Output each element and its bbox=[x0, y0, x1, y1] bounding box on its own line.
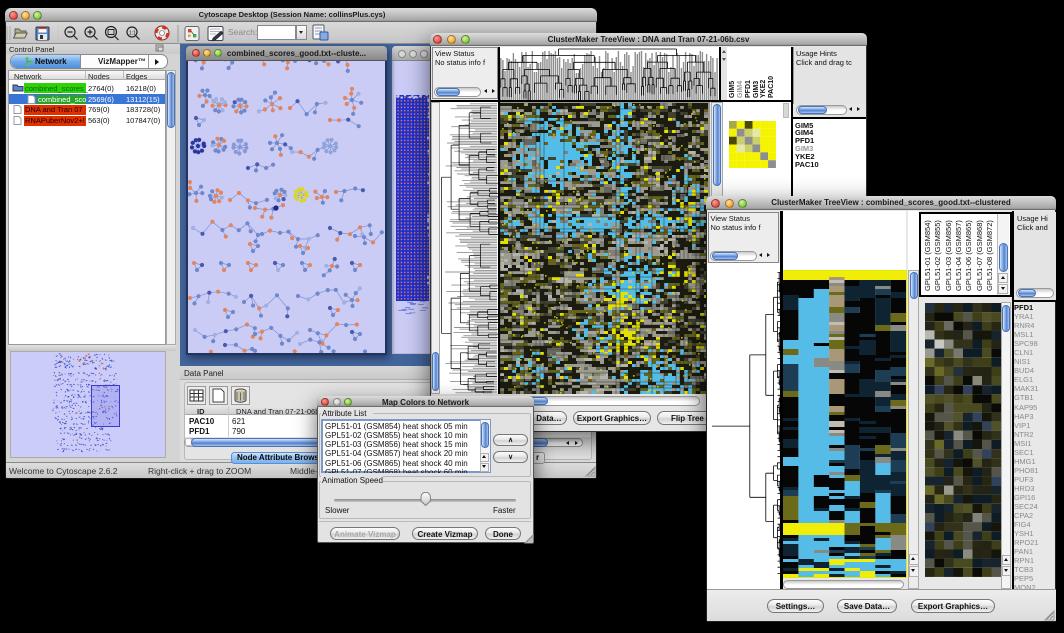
svg-text:1:1: 1:1 bbox=[129, 31, 136, 37]
